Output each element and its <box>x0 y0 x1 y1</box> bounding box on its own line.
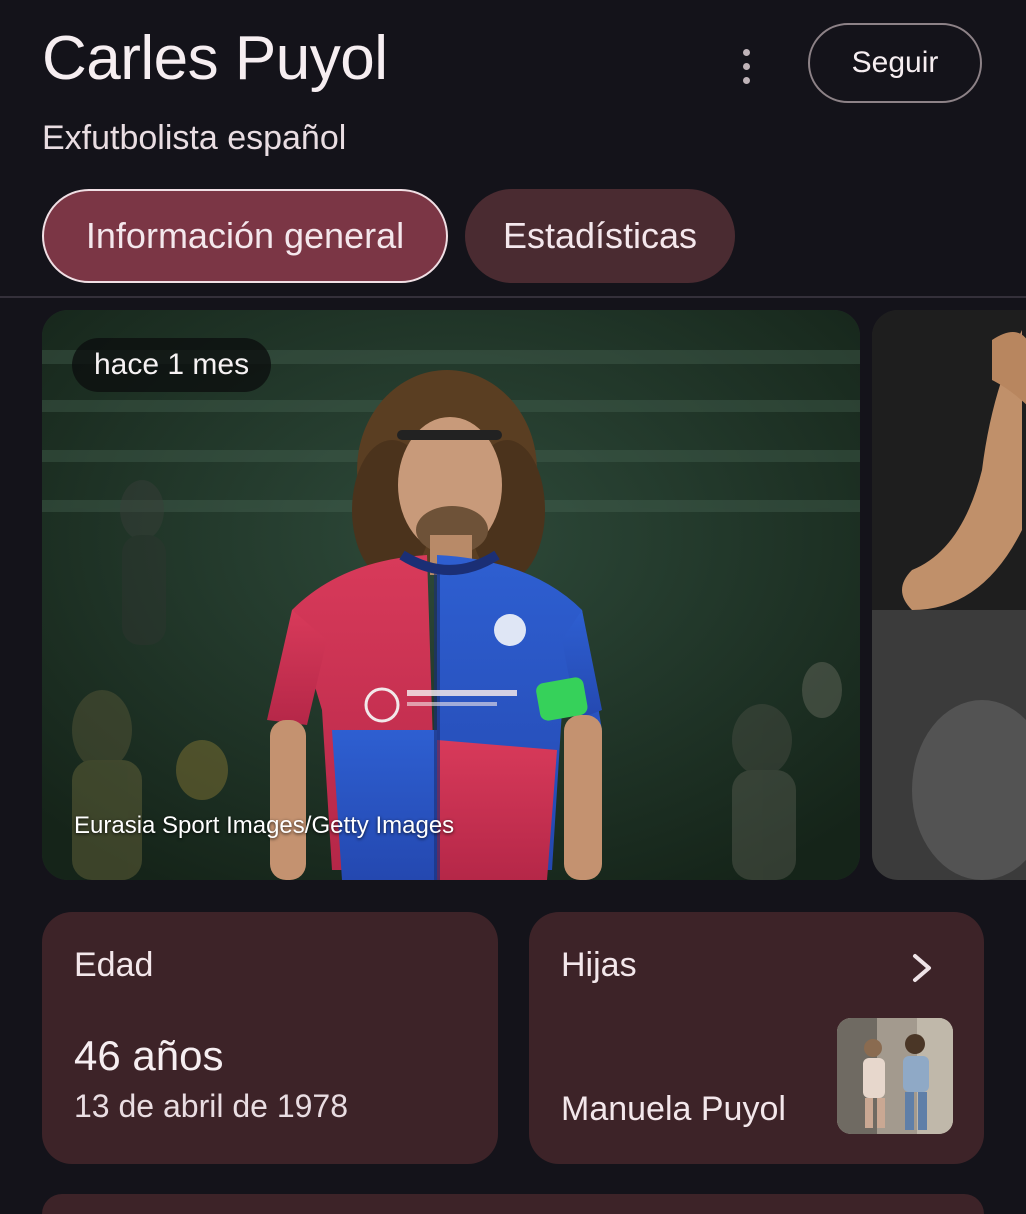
age-label: Edad <box>74 946 154 984</box>
photo-time-badge: hace 1 mes <box>72 338 272 392</box>
next-card-edge <box>42 1194 984 1214</box>
more-options-button[interactable] <box>720 40 772 92</box>
photo-credit: Eurasia Sport Images/Getty Images <box>74 812 455 839</box>
secondary-photo-illustration <box>872 310 1026 880</box>
daughter-thumbnail <box>837 1018 953 1134</box>
tab-informacion-general[interactable]: Información general <box>42 189 448 283</box>
age-card: Edad 46 años 13 de abril de 1978 <box>42 912 498 1164</box>
header-divider <box>0 296 1026 298</box>
daughters-card[interactable]: Hijas Manuela Puyol <box>529 912 984 1164</box>
main-photo[interactable]: hace 1 mes Eurasia Sport Images/Getty Im… <box>42 310 860 880</box>
secondary-photo[interactable] <box>872 310 1026 880</box>
daughters-label: Hijas <box>561 946 637 984</box>
more-vert-icon <box>742 48 750 84</box>
birth-date: 13 de abril de 1978 <box>74 1088 348 1124</box>
page-title: Carles Puyol <box>42 24 388 93</box>
daughter-name: Manuela Puyol <box>561 1090 786 1128</box>
page-subtitle: Exfutbolista español <box>42 119 347 157</box>
chevron-right-icon <box>913 954 931 982</box>
follow-button[interactable]: Seguir <box>808 23 982 103</box>
player-photo-illustration <box>42 310 860 880</box>
age-value: 46 años <box>74 1032 224 1079</box>
tab-estadisticas[interactable]: Estadísticas <box>465 189 735 283</box>
